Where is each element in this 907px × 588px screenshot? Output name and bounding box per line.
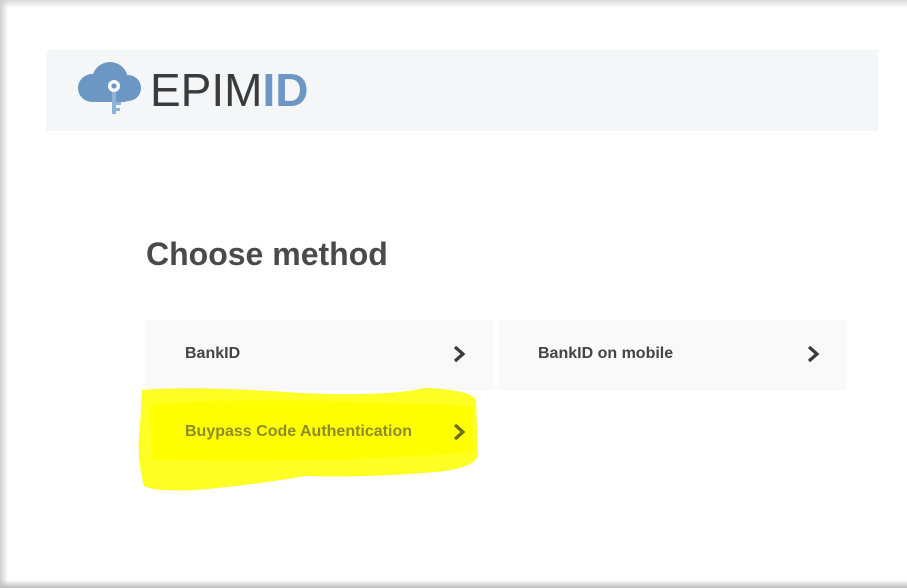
chevron-right-icon: [453, 345, 466, 363]
method-buypass-code[interactable]: Buypass Code Authentication: [147, 398, 492, 466]
method-bankid[interactable]: BankID: [147, 320, 492, 388]
method-label: BankID: [185, 345, 241, 362]
frame-edge-top: [0, 0, 907, 8]
chevron-right-icon: [453, 423, 466, 441]
chevron-right-icon: [807, 345, 820, 363]
header-bar: EPIMID: [46, 50, 878, 131]
logo-text: EPIMID: [150, 67, 308, 113]
frame-edge-bottom: [0, 580, 907, 588]
method-bankid-mobile[interactable]: BankID on mobile: [500, 320, 846, 388]
logo-text-bold: ID: [262, 64, 309, 116]
method-label: BankID on mobile: [538, 345, 674, 362]
page-title: Choose method: [146, 236, 388, 272]
cloud-key-icon: [78, 62, 141, 114]
frame-edge-left: [0, 0, 8, 588]
logo-text-regular: EPIM: [150, 64, 263, 116]
login-page: EPIMID Choose method BankID BankID on mo…: [0, 0, 907, 588]
epimid-logo[interactable]: EPIMID: [70, 54, 308, 124]
method-label: Buypass Code Authentication: [185, 423, 412, 440]
